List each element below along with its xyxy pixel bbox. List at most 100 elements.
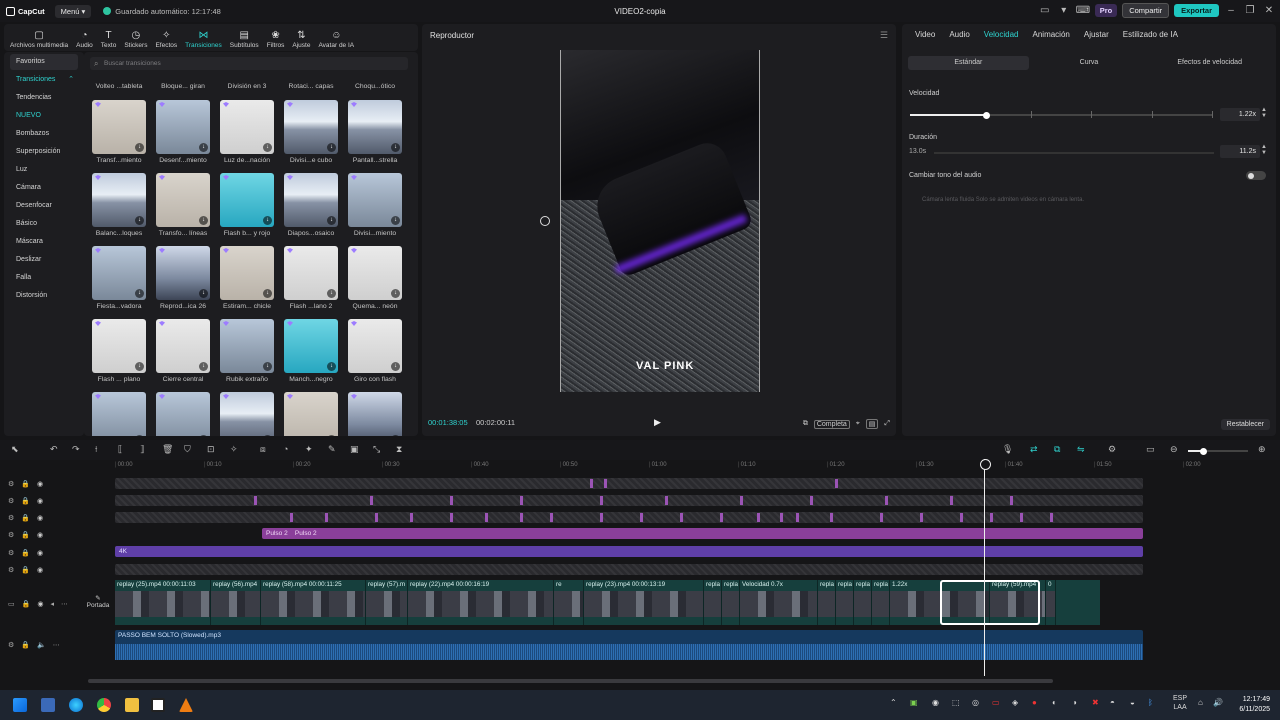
pulse-effect-clip[interactable]: Pulso 2 Pulso 2 [262, 528, 1143, 539]
lock-icon[interactable]: 🔒 [21, 566, 30, 574]
transition-thumbnail[interactable]: ↓ [156, 246, 210, 300]
download-icon[interactable]: ↓ [199, 362, 208, 371]
video-preview[interactable]: VAL PINK [560, 50, 760, 392]
lock-icon[interactable]: 🔒 [21, 531, 30, 539]
effect-marker[interactable] [640, 513, 643, 522]
transition-thumbnail[interactable]: ↓ [156, 100, 210, 154]
zoom-out-icon[interactable]: ⊖ [1170, 444, 1178, 455]
transition-thumbnail[interactable]: ↓ [156, 173, 210, 227]
shortcuts-icon[interactable]: ⌨ [1076, 4, 1090, 18]
network-icon[interactable]: ⌂ [1198, 698, 1203, 707]
video-clip[interactable]: replay (58).mp4 00:00:11:25 [261, 580, 366, 625]
category-bombazos[interactable]: Bombazos [10, 126, 78, 142]
video-clip[interactable]: repla [722, 580, 740, 625]
mirror-icon[interactable]: ⧈ [260, 444, 266, 455]
marker-icon[interactable]: ⛉ [184, 444, 191, 455]
transition-thumbnail[interactable]: ↓ [92, 173, 146, 227]
track-settings-icon[interactable]: ⚙ [8, 497, 14, 505]
category-superposicion[interactable]: Superposición [10, 144, 78, 160]
download-icon[interactable]: ↓ [263, 289, 272, 298]
speaker-icon[interactable]: 🔈 [37, 641, 46, 649]
effect-marker[interactable] [290, 513, 293, 522]
effect-marker[interactable] [780, 513, 783, 522]
fullscreen-icon[interactable]: ⤢ [884, 420, 890, 428]
effect-marker[interactable] [810, 496, 813, 505]
category-basico[interactable]: Básico [10, 216, 78, 232]
video-clip[interactable]: replay (22).mp4 00:00:16:19 [408, 580, 554, 625]
transition-thumbnail[interactable]: ↓ [284, 246, 338, 300]
video-clip[interactable]: repla [836, 580, 854, 625]
undo-icon[interactable]: ↶ [50, 444, 58, 455]
eye-icon[interactable]: ◉ [37, 480, 43, 488]
share-button[interactable]: Compartir [1122, 3, 1170, 18]
eye-icon[interactable]: ◉ [37, 531, 43, 539]
play-button[interactable]: ▶ [654, 417, 661, 428]
ai-edit-icon[interactable]: ✧ [230, 444, 238, 455]
tab-audio[interactable]: Audio [942, 30, 976, 39]
split-icon[interactable]: ⟊ [95, 444, 97, 455]
category-falla[interactable]: Falla [10, 270, 78, 286]
duration-stepper[interactable]: ▲ ▼ [1260, 144, 1268, 156]
close-icon[interactable]: ✕ [1262, 4, 1276, 18]
effect-marker[interactable] [1050, 513, 1053, 522]
tab-estilizado-de-ia[interactable]: Estilizado de IA [1116, 30, 1185, 39]
effect-marker[interactable] [600, 513, 603, 522]
chrome-icon[interactable] [97, 698, 111, 712]
transition-thumbnail[interactable]: ↓ [284, 392, 338, 436]
overlay-track[interactable] [115, 478, 1143, 489]
track-settings-icon[interactable]: ⚙ [8, 549, 14, 557]
pro-button[interactable]: Pro [1094, 4, 1118, 17]
effect-marker[interactable] [450, 496, 453, 505]
nvidia-icon[interactable]: ▣ [910, 698, 918, 707]
effect-marker[interactable] [604, 479, 607, 488]
mode-efectos-de-velocidad[interactable]: Efectos de velocidad [1149, 56, 1270, 70]
tray-app-icon-2[interactable]: ⬚ [952, 698, 960, 707]
category-mascara[interactable]: Máscara [10, 234, 78, 250]
split-left-icon[interactable]: ⟦ [118, 444, 122, 455]
effect-marker[interactable] [950, 496, 953, 505]
effect-marker[interactable] [920, 513, 923, 522]
effect-marker[interactable] [520, 513, 523, 522]
video-clip[interactable]: replay (23).mp4 00:00:13:19 [584, 580, 704, 625]
audio-link-icon[interactable]: ◂ [50, 600, 54, 608]
tool-efectos[interactable]: ✧ Efectos [151, 30, 181, 51]
download-icon[interactable]: ↓ [263, 362, 272, 371]
tab-ajustar[interactable]: Ajustar [1077, 30, 1116, 39]
transition-thumbnail[interactable]: ↓ [348, 319, 402, 373]
tool-subtitulos[interactable]: ▤ Subtítulos [226, 30, 263, 51]
speed-value[interactable]: 1.22x [1220, 108, 1260, 121]
more-icon[interactable]: ⋯ [53, 641, 60, 649]
minimize-icon[interactable]: – [1224, 4, 1238, 18]
audio-settings-icon[interactable]: ⚙ [8, 641, 14, 649]
effect-marker[interactable] [885, 496, 888, 505]
overlay-track[interactable] [115, 495, 1143, 506]
player-menu-icon[interactable]: ☰ [880, 30, 888, 41]
duration-to[interactable]: 11.2s [1220, 145, 1260, 158]
download-icon[interactable]: ↓ [135, 216, 144, 225]
effect-marker[interactable] [1020, 513, 1023, 522]
snapshot-icon[interactable]: ⌖ [856, 420, 860, 428]
redo-icon[interactable]: ↷ [72, 444, 80, 455]
tray-app-icon-3[interactable]: ◎ [972, 698, 979, 707]
windows-start-icon[interactable] [13, 698, 27, 712]
download-icon[interactable]: ↓ [135, 362, 144, 371]
snap-icon[interactable]: ⧉ [1054, 444, 1060, 455]
effect-marker[interactable] [370, 496, 373, 505]
ratio-select[interactable]: Completa [813, 419, 850, 429]
track-settings-icon[interactable]: ⚙ [1108, 444, 1116, 455]
tray-app-icon-5[interactable]: ◈ [1012, 698, 1018, 707]
effect-marker[interactable] [880, 513, 883, 522]
mode-estandar[interactable]: Estándar [908, 56, 1029, 70]
rotate-handle[interactable] [540, 216, 550, 226]
folder-icon[interactable] [125, 698, 139, 712]
tray-app-icon-10[interactable]: ◒ [1130, 698, 1135, 707]
tool-ajuste[interactable]: ⇅ Ajuste [288, 30, 314, 51]
resize-icon[interactable]: ⤡ [373, 444, 380, 455]
quality-icon[interactable]: ▤ [865, 419, 879, 429]
video-clip[interactable]: repla [854, 580, 872, 625]
tool-texto[interactable]: T Texto [97, 30, 121, 51]
transition-thumbnail[interactable]: ↓ [156, 392, 210, 436]
transition-thumbnail[interactable]: ↓ [220, 392, 274, 436]
audio-clip[interactable]: PASSO BEM SOLTO (Slowed).mp3 [115, 630, 1143, 660]
effect-marker[interactable] [550, 513, 553, 522]
